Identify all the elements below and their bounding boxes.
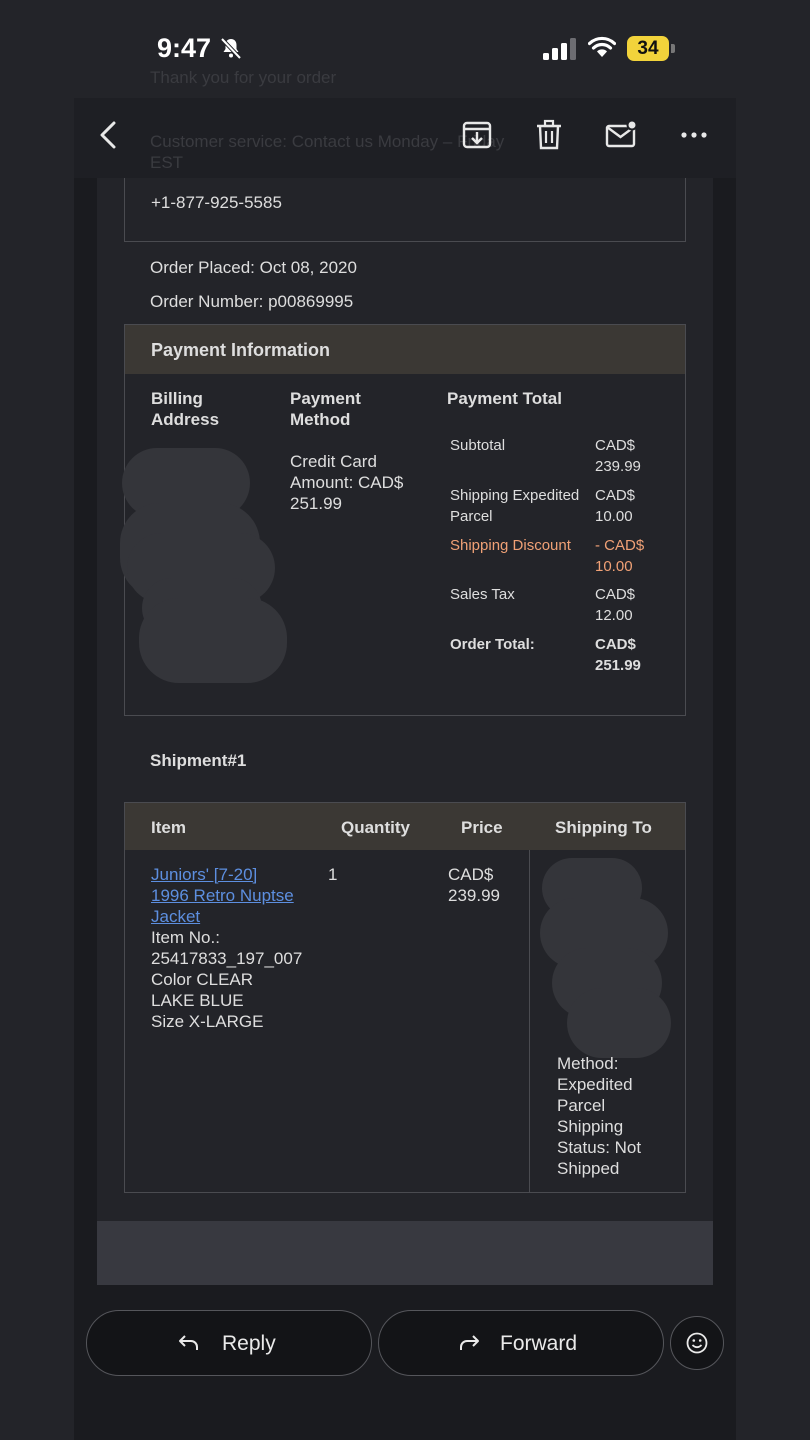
- item-color-line2: LAKE BLUE: [151, 991, 244, 1010]
- shipping-to-divider: [529, 850, 530, 1192]
- forward-button[interactable]: Forward: [378, 1310, 664, 1376]
- billing-address-header-line2: Address: [151, 410, 220, 429]
- order-placed: Order Placed: Oct 08, 2020: [150, 258, 357, 277]
- redaction-blob: [139, 598, 287, 683]
- payment-information-title: Payment Information: [151, 340, 331, 360]
- payment-method-header-line2: Method: [290, 410, 351, 429]
- ship-method-line4: Shipping: [557, 1117, 624, 1136]
- trash-icon[interactable]: [532, 118, 566, 152]
- item-link-line1[interactable]: Juniors' [7-20]: [151, 864, 257, 885]
- cellular-signal-icon: [543, 38, 576, 60]
- ship-status-line2: Shipped: [557, 1159, 620, 1178]
- ship-method-line1: Method:: [557, 1054, 619, 1073]
- billing-address-header-line1: Billing: [151, 389, 203, 408]
- sales-tax-value: 12.00: [595, 607, 633, 624]
- back-arrow-icon[interactable]: [92, 118, 126, 152]
- payment-method-header-line1: Payment: [290, 389, 361, 408]
- reply-arrow-icon: [179, 1335, 198, 1350]
- shipping-discount-value: 10.00: [595, 558, 633, 575]
- payment-total-header: Payment Total: [447, 389, 562, 408]
- shipping-value: 10.00: [595, 508, 633, 525]
- status-bar: 9:47 34: [0, 0, 810, 98]
- order-total-label: Order Total:: [450, 636, 535, 653]
- email-footer-band: [97, 1221, 713, 1285]
- subtotal-currency: CAD$: [595, 437, 636, 454]
- shipping-label-line1: Shipping Expedited: [450, 487, 580, 504]
- shipping-currency: CAD$: [595, 487, 636, 504]
- reply-button[interactable]: Reply: [86, 1310, 372, 1376]
- order-number: Order Number: p00869995: [150, 292, 354, 311]
- item-number-value: 25417833_197_007: [151, 949, 303, 968]
- shipping-discount-currency: - CAD$: [595, 537, 645, 554]
- contact-phone: +1-877-925-5585: [151, 193, 282, 212]
- order-total-currency: CAD$: [595, 636, 636, 653]
- ghost-text-customer-service: Customer service: Contact us Monday – Fr…: [150, 132, 505, 151]
- ship-method-line2: Expedited: [557, 1075, 633, 1094]
- forward-arrow-icon: [460, 1335, 479, 1350]
- payment-method-line1: Credit Card: [290, 452, 377, 471]
- item-column-header: Item: [151, 818, 186, 837]
- smiley-icon: [686, 1332, 708, 1354]
- status-time: 9:47: [157, 33, 212, 63]
- email-body: +1-877-925-5585 Order Placed: Oct 08, 20…: [97, 168, 713, 1221]
- item-link-line3[interactable]: Jacket: [151, 906, 200, 927]
- payment-method-line2: Amount: CAD$: [290, 473, 404, 492]
- item-quantity: 1: [328, 865, 338, 884]
- item-link-line2[interactable]: 1996 Retro Nuptse: [151, 885, 294, 906]
- shipping-label-line2: Parcel: [450, 508, 493, 525]
- item-price-currency: CAD$: [448, 865, 494, 884]
- redaction-blob: [567, 988, 671, 1058]
- ship-method-line3: Parcel: [557, 1096, 606, 1115]
- shipment-title: Shipment#1: [150, 751, 247, 770]
- archive-icon[interactable]: [460, 118, 494, 152]
- quantity-column-header: Quantity: [341, 818, 410, 837]
- sales-tax-currency: CAD$: [595, 586, 636, 603]
- shipping-to-column-header: Shipping To: [555, 818, 652, 837]
- shipping-discount-label: Shipping Discount: [450, 537, 571, 554]
- mark-unread-icon[interactable]: [604, 118, 638, 152]
- price-column-header: Price: [461, 818, 503, 837]
- ghost-text-subject: Thank you for your order: [150, 68, 337, 87]
- more-options-icon[interactable]: [677, 118, 711, 152]
- wifi-icon: [588, 36, 616, 57]
- battery-indicator: 34: [627, 36, 669, 61]
- item-size: Size X-LARGE: [151, 1012, 264, 1031]
- sales-tax-label: Sales Tax: [450, 586, 515, 603]
- reply-label: Reply: [222, 1332, 276, 1355]
- ghost-text-hours: EST: [150, 153, 184, 172]
- emoji-reaction-button[interactable]: [670, 1316, 724, 1370]
- order-total-value: 251.99: [595, 657, 641, 674]
- subtotal-value: 239.99: [595, 458, 641, 475]
- payment-method-line3: 251.99: [290, 494, 342, 513]
- mail-toolbar: Thank you for your order Customer servic…: [74, 68, 736, 178]
- bell-muted-icon: [220, 37, 242, 60]
- item-price-value: 239.99: [448, 886, 500, 905]
- item-number-label: Item No.:: [151, 928, 220, 947]
- subtotal-label: Subtotal: [450, 437, 506, 454]
- forward-label: Forward: [500, 1332, 578, 1355]
- item-color-line1: Color CLEAR: [151, 970, 254, 989]
- ship-status-line1: Status: Not: [557, 1138, 642, 1157]
- battery-nub: [671, 44, 675, 53]
